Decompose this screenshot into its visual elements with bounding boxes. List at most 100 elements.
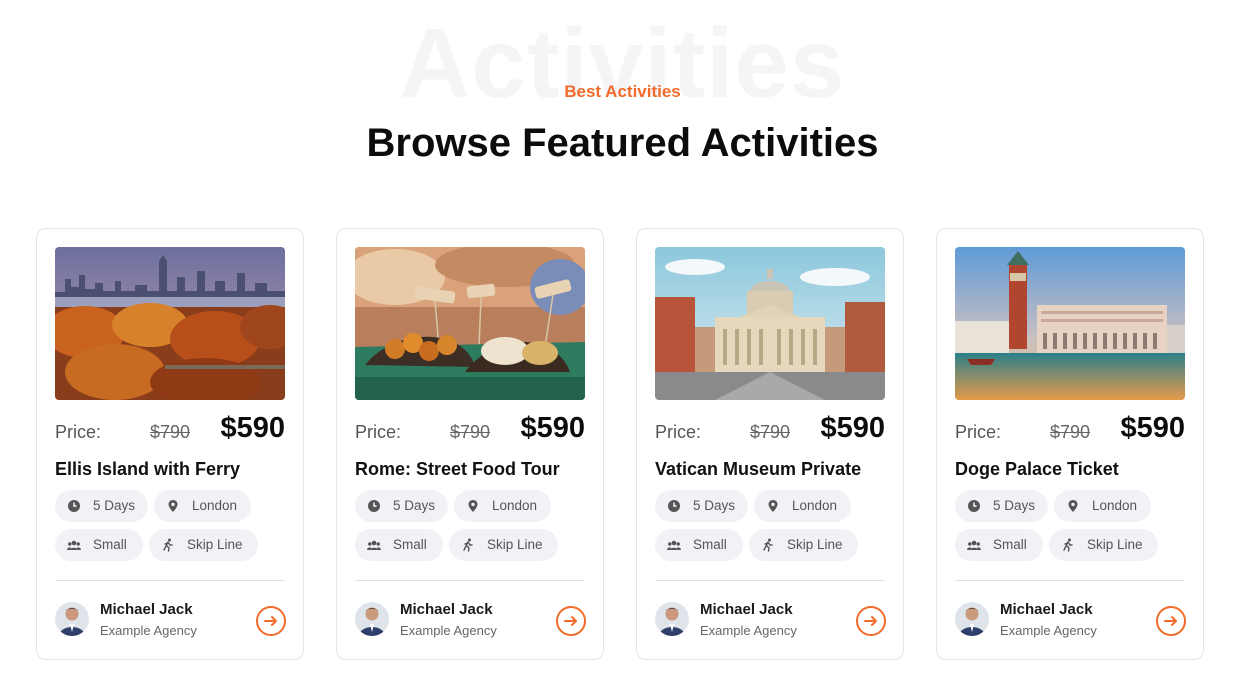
price-row: Price: $790 $590 bbox=[655, 412, 885, 446]
original-price: $790 bbox=[750, 422, 791, 442]
card-divider bbox=[955, 580, 1185, 581]
sale-price: $590 bbox=[820, 412, 885, 444]
activity-title[interactable]: Vatican Museum Private bbox=[655, 459, 861, 480]
group-size-label: Small bbox=[93, 537, 127, 552]
agent-avatar[interactable] bbox=[355, 602, 389, 636]
price-label: Price: bbox=[655, 422, 702, 442]
location-chip: London bbox=[1054, 490, 1151, 522]
users-icon bbox=[67, 540, 81, 550]
vatican-basilica-image bbox=[655, 247, 885, 400]
clock-icon bbox=[968, 500, 980, 512]
duration-chip: 5 Days bbox=[955, 490, 1048, 522]
activity-image[interactable] bbox=[655, 247, 885, 400]
view-activity-button[interactable] bbox=[856, 606, 886, 636]
running-person-icon bbox=[463, 538, 473, 552]
location-label: London bbox=[492, 498, 538, 513]
duration-chip: 5 Days bbox=[355, 490, 448, 522]
group-size-chip: Small bbox=[955, 529, 1043, 561]
duration-label: 5 Days bbox=[93, 498, 136, 513]
sale-price: $590 bbox=[520, 412, 585, 444]
running-person-icon bbox=[1063, 538, 1073, 552]
running-person-icon bbox=[763, 538, 773, 552]
map-pin-icon bbox=[1068, 500, 1078, 512]
agent-name: Michael Jack bbox=[700, 601, 793, 618]
feature-chip: Skip Line bbox=[149, 529, 258, 561]
card-divider bbox=[655, 580, 885, 581]
venice-doge-palace-image bbox=[955, 247, 1185, 400]
group-size-chip: Small bbox=[655, 529, 743, 561]
arrow-right-icon bbox=[264, 616, 277, 626]
section-eyebrow: Best Activities bbox=[564, 82, 681, 101]
agent-agency: Example Agency bbox=[700, 623, 797, 638]
clock-icon bbox=[668, 500, 680, 512]
duration-label: 5 Days bbox=[393, 498, 436, 513]
arrow-right-icon bbox=[864, 616, 877, 626]
location-chip: London bbox=[754, 490, 851, 522]
feature-chip: Skip Line bbox=[449, 529, 558, 561]
agent-agency: Example Agency bbox=[100, 623, 197, 638]
activity-card[interactable]: Price: $790 $590 Doge Palace Ticket 5 Da… bbox=[936, 228, 1204, 660]
original-price: $790 bbox=[150, 422, 191, 442]
activity-image[interactable] bbox=[355, 247, 585, 400]
street-food-image bbox=[355, 247, 585, 400]
activity-title[interactable]: Ellis Island with Ferry bbox=[55, 459, 240, 480]
activity-title[interactable]: Doge Palace Ticket bbox=[955, 459, 1119, 480]
agent-name: Michael Jack bbox=[1000, 601, 1093, 618]
map-pin-icon bbox=[468, 500, 478, 512]
activity-image[interactable] bbox=[55, 247, 285, 400]
feature-chip: Skip Line bbox=[749, 529, 858, 561]
section-header: Activities Best Activities Browse Featur… bbox=[0, 0, 1245, 200]
agent-name: Michael Jack bbox=[100, 601, 193, 618]
view-activity-button[interactable] bbox=[1156, 606, 1186, 636]
section-title: Browse Featured Activities bbox=[366, 121, 879, 165]
group-size-chip: Small bbox=[355, 529, 443, 561]
activity-image[interactable] bbox=[955, 247, 1185, 400]
duration-chip: 5 Days bbox=[55, 490, 148, 522]
card-divider bbox=[355, 580, 585, 581]
agent-avatar[interactable] bbox=[655, 602, 689, 636]
agent-avatar[interactable] bbox=[955, 602, 989, 636]
price-label: Price: bbox=[955, 422, 1002, 442]
card-divider bbox=[55, 580, 285, 581]
price-row: Price: $790 $590 bbox=[355, 412, 585, 446]
arrow-right-icon bbox=[1164, 616, 1177, 626]
activity-title[interactable]: Rome: Street Food Tour bbox=[355, 459, 560, 480]
users-icon bbox=[967, 540, 981, 550]
duration-chip: 5 Days bbox=[655, 490, 748, 522]
feature-label: Skip Line bbox=[787, 537, 843, 552]
feature-label: Skip Line bbox=[487, 537, 543, 552]
original-price: $790 bbox=[450, 422, 491, 442]
group-size-chip: Small bbox=[55, 529, 143, 561]
price-row: Price: $790 $590 bbox=[55, 412, 285, 446]
map-pin-icon bbox=[768, 500, 778, 512]
location-chip: London bbox=[454, 490, 551, 522]
group-size-label: Small bbox=[393, 537, 427, 552]
view-activity-button[interactable] bbox=[556, 606, 586, 636]
clock-icon bbox=[68, 500, 80, 512]
users-icon bbox=[367, 540, 381, 550]
location-chip: London bbox=[154, 490, 251, 522]
activity-card[interactable]: Price: $790 $590 Rome: Street Food Tour … bbox=[336, 228, 604, 660]
price-label: Price: bbox=[55, 422, 102, 442]
activity-card-list: Price: $790 $590 Ellis Island with Ferry… bbox=[36, 228, 1206, 660]
group-size-label: Small bbox=[693, 537, 727, 552]
feature-label: Skip Line bbox=[187, 537, 243, 552]
sale-price: $590 bbox=[1120, 412, 1185, 444]
arrow-right-icon bbox=[564, 616, 577, 626]
duration-label: 5 Days bbox=[993, 498, 1036, 513]
activity-card[interactable]: Price: $790 $590 Vatican Museum Private … bbox=[636, 228, 904, 660]
duration-label: 5 Days bbox=[693, 498, 736, 513]
feature-chip: Skip Line bbox=[1049, 529, 1158, 561]
activity-card[interactable]: Price: $790 $590 Ellis Island with Ferry… bbox=[36, 228, 304, 660]
agent-name: Michael Jack bbox=[400, 601, 493, 618]
clock-icon bbox=[368, 500, 380, 512]
agent-avatar[interactable] bbox=[55, 602, 89, 636]
location-label: London bbox=[792, 498, 838, 513]
users-icon bbox=[667, 540, 681, 550]
original-price: $790 bbox=[1050, 422, 1091, 442]
agent-agency: Example Agency bbox=[400, 623, 497, 638]
view-activity-button[interactable] bbox=[256, 606, 286, 636]
new-york-skyline-autumn-image bbox=[55, 247, 285, 400]
price-label: Price: bbox=[355, 422, 402, 442]
agent-agency: Example Agency bbox=[1000, 623, 1097, 638]
